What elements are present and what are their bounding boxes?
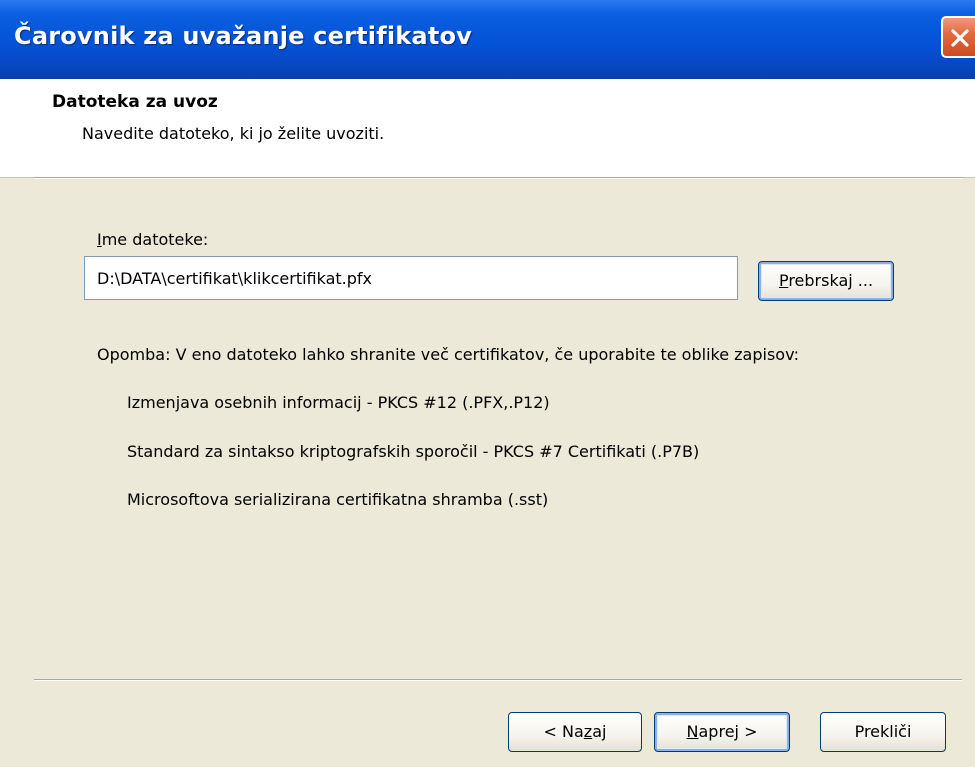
close-button[interactable]	[941, 16, 975, 58]
browse-button[interactable]: Prebrskaj ...	[758, 261, 894, 301]
format-item-p7b: Standard za sintakso kriptografskih spor…	[127, 442, 700, 461]
format-item-pfx: Izmenjava osebnih informacij - PKCS #12 …	[127, 393, 550, 412]
header-divider	[34, 177, 962, 179]
window-title: Čarovnik za uvažanje certifikatov	[14, 22, 473, 50]
format-item-sst: Microsoftova serializirana certifikatna …	[127, 490, 549, 509]
page-subtitle: Navedite datoteko, ki jo želite uvoziti.	[82, 124, 385, 143]
certificate-import-wizard-window: Čarovnik za uvažanje certifikatov Datote…	[0, 0, 975, 767]
back-button[interactable]: < Nazaj	[508, 712, 642, 752]
next-button[interactable]: Naprej >	[654, 712, 790, 752]
note-text: Opomba: V eno datoteko lahko shranite ve…	[97, 345, 800, 364]
title-bar[interactable]: Čarovnik za uvažanje certifikatov	[0, 0, 975, 79]
filename-label: Ime datoteke:	[97, 230, 209, 249]
next-button-label: Naprej >	[686, 722, 758, 741]
browse-button-label: Prebrskaj ...	[778, 271, 874, 290]
cancel-button-label: Prekliči	[854, 722, 912, 741]
footer-divider	[34, 679, 962, 681]
filename-input[interactable]	[84, 256, 738, 300]
cancel-button[interactable]: Prekliči	[820, 712, 946, 752]
page-title: Datoteka za uvoz	[52, 92, 218, 112]
back-button-label: < Nazaj	[543, 722, 607, 741]
wizard-header: Datoteka za uvoz Navedite datoteko, ki j…	[0, 79, 975, 178]
